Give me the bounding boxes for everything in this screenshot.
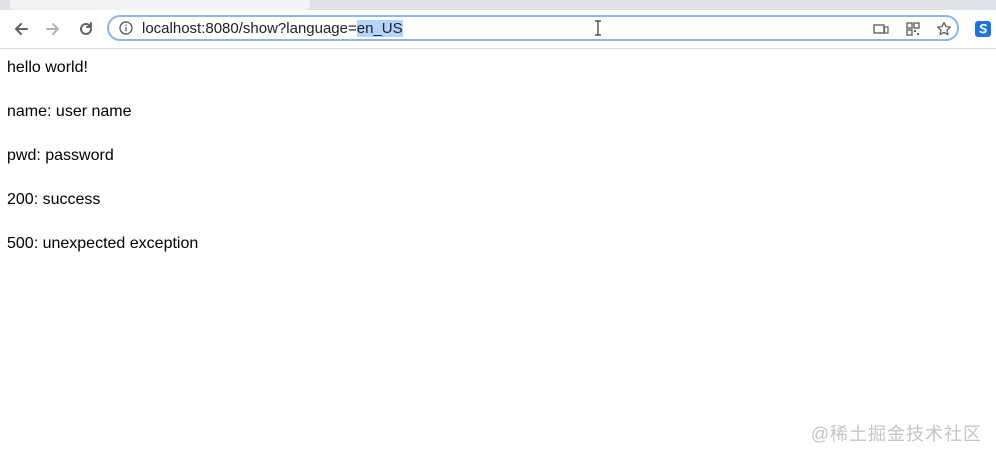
cast-icon <box>873 24 889 34</box>
status-500-text: 500: unexpected exception <box>7 235 199 252</box>
text-cursor-icon <box>595 20 601 36</box>
page-content: hello world! name: user name pwd: passwo… <box>0 49 996 460</box>
pwd-text: pwd: password <box>7 147 114 164</box>
extension-icon[interactable] <box>974 20 992 38</box>
star-icon <box>936 21 952 36</box>
url-text[interactable]: localhost:8080/show?language=en_US <box>142 20 403 38</box>
active-tab[interactable] <box>10 0 310 10</box>
qr-code-button[interactable] <box>904 20 922 38</box>
greeting-text: hello world! <box>7 59 88 76</box>
reload-button[interactable] <box>74 17 98 41</box>
arrow-right-icon <box>46 23 59 35</box>
back-button[interactable] <box>9 17 33 41</box>
reload-icon <box>80 22 92 35</box>
watermark: @稀土掘金技术社区 <box>810 424 982 444</box>
url-selected-text: en_US <box>356 20 403 37</box>
url-base: localhost:8080/show?language= <box>142 20 357 37</box>
info-icon[interactable] <box>119 21 133 35</box>
qr-code-icon <box>906 22 920 36</box>
bookmark-button[interactable] <box>935 20 953 38</box>
status-200-text: 200: success <box>7 191 101 208</box>
name-text: name: user name <box>7 103 132 120</box>
cast-button[interactable] <box>872 20 890 38</box>
address-bar[interactable]: localhost:8080/show?language=en_US <box>107 15 959 41</box>
browser-toolbar: localhost:8080/show?language=en_US <box>0 10 996 49</box>
arrow-left-icon <box>15 23 28 35</box>
forward-button[interactable] <box>41 17 65 41</box>
tab-strip <box>0 0 996 10</box>
